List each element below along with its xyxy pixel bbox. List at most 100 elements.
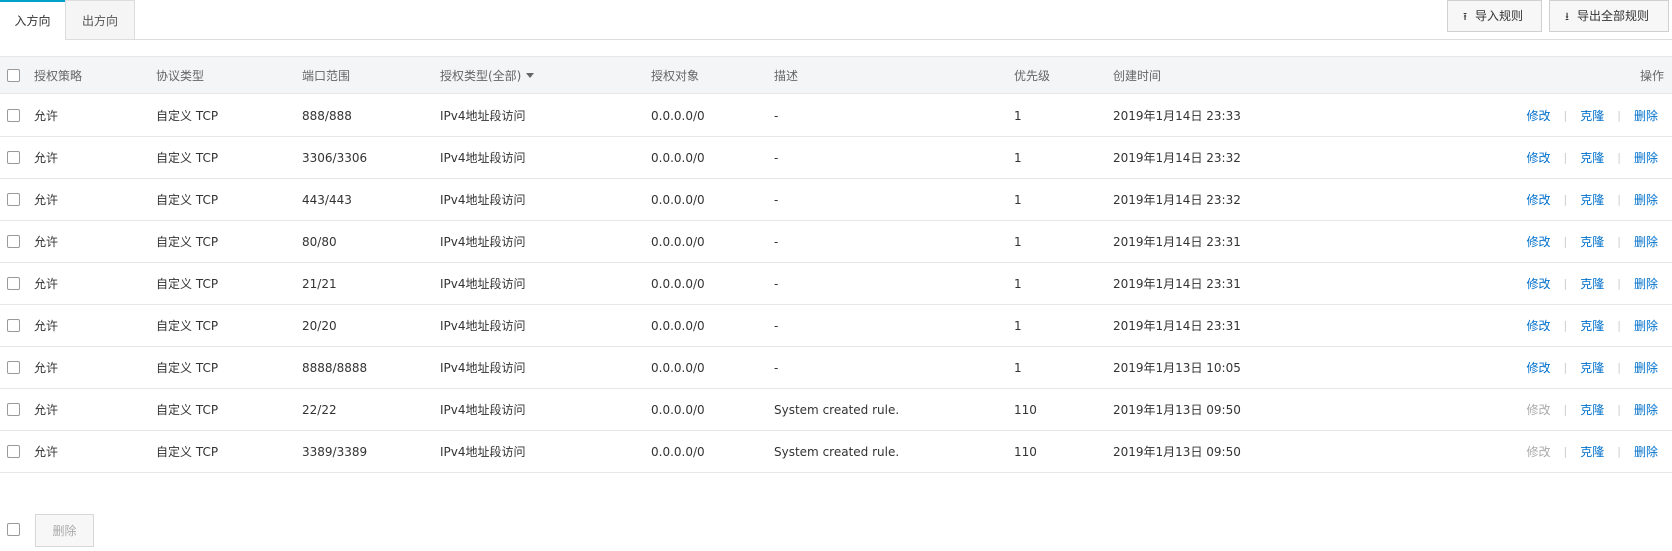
cell-priority: 1 [1014, 150, 1022, 165]
row-checkbox[interactable] [7, 193, 20, 206]
tab-outbound[interactable]: 出方向 [65, 0, 135, 40]
cell-port: 8888/8888 [302, 360, 368, 375]
row-checkbox[interactable] [7, 235, 20, 248]
modify-link[interactable]: 修改 [1527, 317, 1551, 334]
cell-object: 0.0.0.0/0 [651, 192, 705, 207]
ops-separator: | [1617, 193, 1621, 206]
cell-port: 443/443 [302, 192, 352, 207]
cell-protocol: 自定义 TCP [156, 319, 219, 333]
modify-link[interactable]: 修改 [1527, 107, 1551, 124]
cell-ops: 修改 | 克隆 | 删除 [1480, 347, 1658, 388]
delete-link[interactable]: 删除 [1634, 359, 1658, 376]
cell-description: - [774, 360, 779, 375]
row-checkbox[interactable] [7, 277, 20, 290]
clone-link[interactable]: 克隆 [1580, 359, 1604, 376]
cell-policy: 允许 [34, 445, 59, 459]
cell-auth-type: IPv4地址段访问 [440, 445, 526, 459]
cell-created: 2019年1月14日 23:32 [1113, 151, 1241, 165]
cell-port: 3389/3389 [302, 444, 368, 459]
cell-protocol: 自定义 TCP [156, 403, 219, 417]
footer-select-all-checkbox[interactable] [7, 523, 20, 536]
cell-description: - [774, 150, 779, 165]
auth-type-filter[interactable]: 授权类型(全部) [440, 57, 535, 93]
delete-link[interactable]: 删除 [1634, 233, 1658, 250]
ops-separator: | [1563, 445, 1568, 458]
direction-tabs: 入方向 出方向 ⭱ 导入规则 ⭳ 导出全部规则 [0, 0, 1672, 40]
modify-link[interactable]: 修改 [1527, 275, 1551, 292]
cell-policy: 允许 [34, 193, 59, 207]
cell-created: 2019年1月14日 23:31 [1113, 319, 1241, 333]
cell-ops: 修改 | 克隆 | 删除 [1480, 95, 1658, 136]
cell-ops: 修改 | 克隆 | 删除 [1480, 263, 1658, 304]
row-checkbox[interactable] [7, 109, 20, 122]
delete-link[interactable]: 删除 [1634, 107, 1658, 124]
export-all-rules-button[interactable]: ⭳ 导出全部规则 [1549, 0, 1669, 32]
cell-object: 0.0.0.0/0 [651, 150, 705, 165]
delete-link[interactable]: 删除 [1634, 149, 1658, 166]
cell-created: 2019年1月14日 23:33 [1113, 109, 1241, 123]
cell-protocol: 自定义 TCP [156, 277, 219, 291]
cell-policy: 允许 [34, 109, 59, 123]
row-checkbox[interactable] [7, 361, 20, 374]
clone-link[interactable]: 克隆 [1580, 191, 1604, 208]
cell-priority: 1 [1014, 108, 1022, 123]
tab-inbound[interactable]: 入方向 [0, 0, 65, 40]
clone-link[interactable]: 克隆 [1580, 275, 1604, 292]
modify-link[interactable]: 修改 [1527, 149, 1551, 166]
row-checkbox[interactable] [7, 319, 20, 332]
cell-ops: 修改 | 克隆 | 删除 [1480, 305, 1658, 346]
cell-protocol: 自定义 TCP [156, 193, 219, 207]
security-group-rules-page: 入方向 出方向 ⭱ 导入规则 ⭳ 导出全部规则 授权策略 协议类型 端口范围 授权类… [0, 0, 1672, 551]
ops-separator: | [1617, 445, 1621, 458]
clone-link[interactable]: 克隆 [1580, 149, 1604, 166]
delete-link[interactable]: 删除 [1634, 191, 1658, 208]
cell-object: 0.0.0.0/0 [651, 402, 705, 417]
modify-link[interactable]: 修改 [1527, 233, 1551, 250]
clone-link[interactable]: 克隆 [1580, 317, 1604, 334]
modify-link: 修改 [1526, 403, 1551, 417]
batch-delete-button[interactable]: 删除 [35, 514, 94, 547]
row-checkbox[interactable] [7, 445, 20, 458]
cell-auth-type: IPv4地址段访问 [440, 235, 526, 249]
download-icon: ⭳ [1565, 10, 1569, 23]
tab-divider [0, 39, 1672, 40]
cell-description: - [774, 234, 779, 249]
cell-description: - [774, 192, 779, 207]
header-port: 端口范围 [302, 68, 351, 83]
import-rules-button[interactable]: ⭱ 导入规则 [1447, 0, 1542, 32]
ops-separator: | [1563, 403, 1568, 416]
modify-link[interactable]: 修改 [1527, 359, 1551, 376]
upload-icon: ⭱ [1463, 10, 1467, 23]
ops-separator: | [1617, 109, 1621, 122]
ops-separator: | [1563, 193, 1568, 206]
header-created: 创建时间 [1113, 68, 1162, 83]
clone-link[interactable]: 克隆 [1580, 401, 1604, 418]
table-row: 允许 自定义 TCP 20/20 IPv4地址段访问 0.0.0.0/0 - 1 2019年1… [0, 305, 1672, 347]
row-checkbox[interactable] [7, 151, 20, 164]
delete-link[interactable]: 删除 [1634, 317, 1658, 334]
header-description: 描述 [774, 68, 799, 83]
row-checkbox[interactable] [7, 403, 20, 416]
delete-link[interactable]: 删除 [1634, 401, 1658, 418]
delete-link[interactable]: 删除 [1634, 275, 1658, 292]
cell-port: 3306/3306 [302, 150, 368, 165]
cell-priority: 1 [1014, 360, 1022, 375]
select-all-checkbox[interactable] [7, 69, 20, 82]
modify-link[interactable]: 修改 [1527, 191, 1551, 208]
cell-ops: 修改 | 克隆 | 删除 [1480, 431, 1658, 472]
cell-auth-type: IPv4地址段访问 [440, 151, 526, 165]
ops-separator: | [1563, 361, 1568, 374]
clone-link[interactable]: 克隆 [1580, 107, 1604, 124]
clone-link[interactable]: 克隆 [1580, 443, 1604, 460]
header-object: 授权对象 [651, 68, 700, 83]
cell-port: 20/20 [302, 318, 337, 333]
cell-port: 888/888 [302, 108, 352, 123]
modify-link: 修改 [1526, 445, 1551, 459]
cell-created: 2019年1月13日 10:05 [1113, 361, 1241, 375]
cell-created: 2019年1月14日 23:31 [1113, 277, 1241, 291]
clone-link[interactable]: 克隆 [1580, 233, 1604, 250]
table-row: 允许 自定义 TCP 443/443 IPv4地址段访问 0.0.0.0/0 - 1 2019… [0, 179, 1672, 221]
delete-link[interactable]: 删除 [1634, 443, 1658, 460]
cell-priority: 1 [1014, 192, 1022, 207]
cell-description: System created rule. [774, 402, 900, 417]
